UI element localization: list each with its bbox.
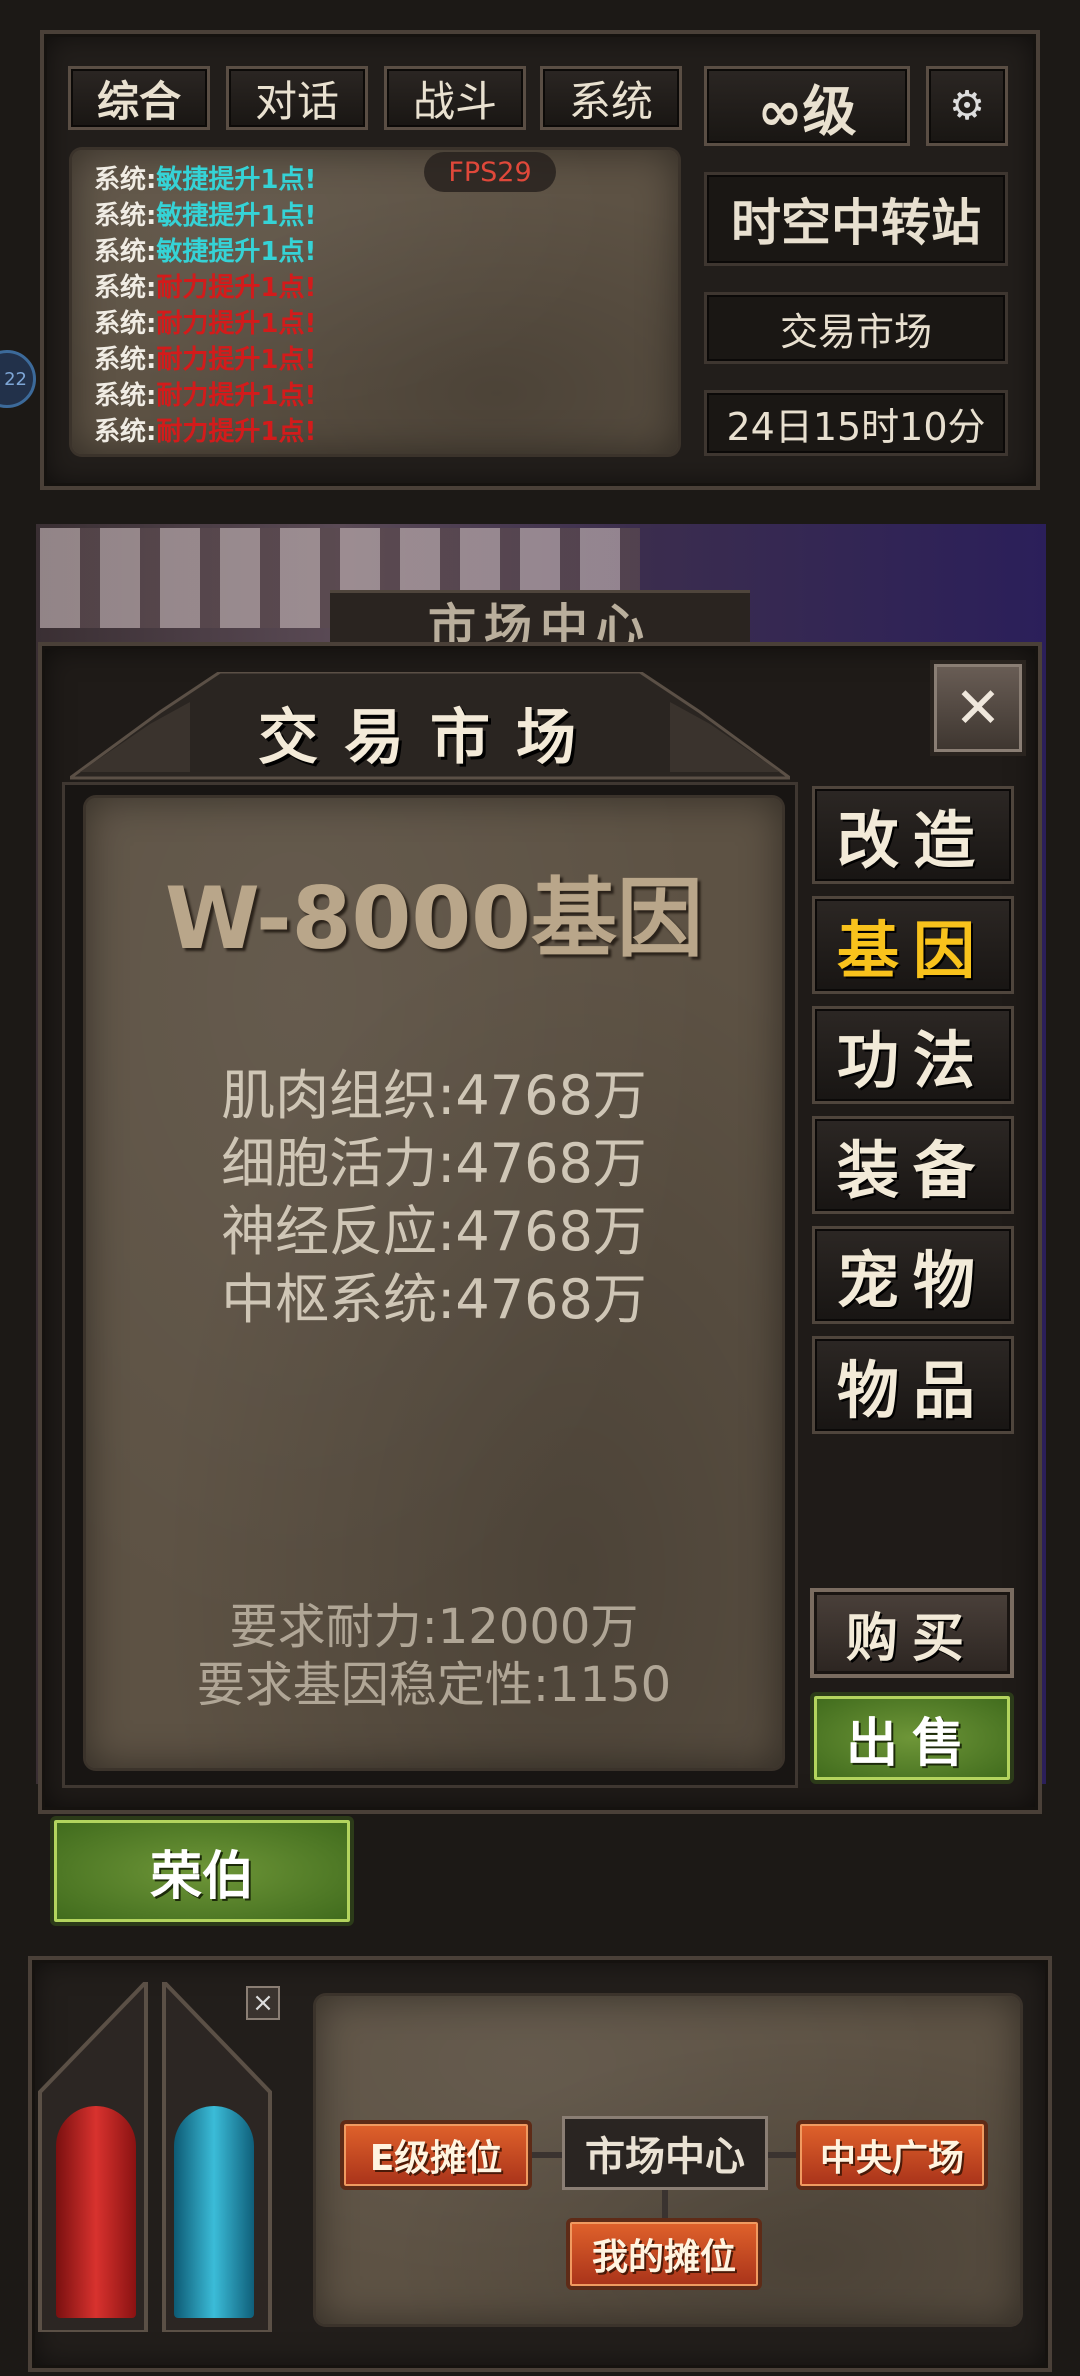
stat-central: 中枢系统:4768万 bbox=[221, 1268, 647, 1331]
req-stability: 要求基因稳定性:1150 bbox=[196, 1657, 672, 1713]
close-icon: ✕ bbox=[954, 675, 1002, 741]
category-gene[interactable]: 基因 bbox=[812, 896, 1014, 994]
close-icon: × bbox=[252, 1988, 274, 2018]
settings-button[interactable]: ⚙ bbox=[926, 66, 1008, 146]
item-stats: 肌肉组织:4768万 细胞活力:4768万 神经反应:4768万 中枢系统:47… bbox=[86, 1062, 782, 1334]
behind-title-plate: 市场中心 bbox=[330, 590, 750, 650]
chat-log[interactable]: 系统:敏捷提升1点! 系统:敏捷提升1点! 系统:敏捷提升1点! 系统:耐力提升1点!… bbox=[72, 150, 678, 454]
stat-cell: 细胞活力:4768万 bbox=[221, 1132, 647, 1195]
map-node-my-stall[interactable]: 我的摊位 bbox=[566, 2218, 762, 2290]
hp-bar bbox=[56, 2106, 136, 2318]
req-stamina: 要求耐力:12000万 bbox=[229, 1599, 639, 1655]
log-message: 耐力提升1点! bbox=[156, 417, 317, 447]
gear-icon: ⚙ bbox=[949, 83, 985, 129]
log-line: 系统:耐力提升1点! bbox=[94, 270, 678, 306]
log-line: 系统:耐力提升1点! bbox=[94, 306, 678, 342]
market-title-plate: 交易市场 bbox=[70, 672, 790, 782]
log-message: 耐力提升1点! bbox=[156, 381, 317, 411]
level-display: ∞级 bbox=[704, 66, 910, 146]
category-equipment[interactable]: 装备 bbox=[812, 1116, 1014, 1214]
npc-button[interactable]: 荣伯 bbox=[50, 1816, 354, 1926]
category-modify[interactable]: 改造 bbox=[812, 786, 1014, 884]
sell-button[interactable]: 出售 bbox=[810, 1692, 1014, 1784]
log-line: 系统:耐力提升1点! bbox=[94, 378, 678, 414]
category-skill[interactable]: 功法 bbox=[812, 1006, 1014, 1104]
mp-bar bbox=[174, 2106, 254, 2318]
log-message: 敏捷提升1点! bbox=[156, 165, 317, 195]
log-prefix: 系统: bbox=[94, 345, 157, 375]
vial-frame bbox=[36, 1982, 274, 2332]
stat-nerve: 神经反应:4768万 bbox=[221, 1200, 647, 1263]
log-prefix: 系统: bbox=[94, 165, 157, 195]
log-message: 耐力提升1点! bbox=[156, 345, 317, 375]
tab-system[interactable]: 系统 bbox=[540, 66, 682, 130]
buy-button[interactable]: 购买 bbox=[810, 1588, 1014, 1678]
tab-dialog[interactable]: 对话 bbox=[226, 66, 368, 130]
log-message: 敏捷提升1点! bbox=[156, 237, 317, 267]
map-node-center[interactable]: 市场中心 bbox=[562, 2116, 768, 2190]
log-prefix: 系统: bbox=[94, 309, 157, 339]
fps-badge: FPS29 bbox=[424, 152, 556, 192]
tab-general[interactable]: 综合 bbox=[68, 66, 210, 130]
map-close-button[interactable]: × bbox=[246, 1986, 280, 2020]
station-name: 时空中转站 bbox=[704, 172, 1008, 266]
side-badge[interactable]: 22 bbox=[0, 350, 36, 408]
log-prefix: 系统: bbox=[94, 201, 157, 231]
stat-muscle: 肌肉组织:4768万 bbox=[221, 1064, 647, 1127]
log-prefix: 系统: bbox=[94, 381, 157, 411]
log-prefix: 系统: bbox=[94, 273, 157, 303]
market-title: 交易市场 bbox=[258, 702, 602, 773]
log-line: 系统:耐力提升1点! bbox=[94, 342, 678, 378]
item-requirements: 要求耐力:12000万 要求基因稳定性:1150 bbox=[86, 1598, 782, 1714]
map-node-plaza[interactable]: 中央广场 bbox=[796, 2120, 988, 2190]
log-line: 系统:敏捷提升1点! bbox=[94, 198, 678, 234]
sub-location[interactable]: 交易市场 bbox=[704, 292, 1008, 364]
log-prefix: 系统: bbox=[94, 237, 157, 267]
log-message: 耐力提升1点! bbox=[156, 273, 317, 303]
close-button[interactable]: ✕ bbox=[930, 660, 1026, 756]
tab-battle[interactable]: 战斗 bbox=[384, 66, 526, 130]
log-line: 系统:耐力提升1点! bbox=[94, 414, 678, 450]
chat-log-lines: 系统:敏捷提升1点! 系统:敏捷提升1点! 系统:敏捷提升1点! 系统:耐力提升1点!… bbox=[94, 162, 678, 450]
item-name: W-8000基因 bbox=[164, 869, 704, 969]
log-line: 系统:敏捷提升1点! bbox=[94, 234, 678, 270]
log-line: 系统:敏捷提升1点! bbox=[94, 162, 678, 198]
category-pet[interactable]: 宠物 bbox=[812, 1226, 1014, 1324]
map-node-e-stall[interactable]: E级摊位 bbox=[340, 2120, 532, 2190]
log-prefix: 系统: bbox=[94, 417, 157, 447]
log-message: 敏捷提升1点! bbox=[156, 201, 317, 231]
game-time: 24日15时10分 bbox=[704, 390, 1008, 456]
log-message: 耐力提升1点! bbox=[156, 309, 317, 339]
category-item[interactable]: 物品 bbox=[812, 1336, 1014, 1434]
